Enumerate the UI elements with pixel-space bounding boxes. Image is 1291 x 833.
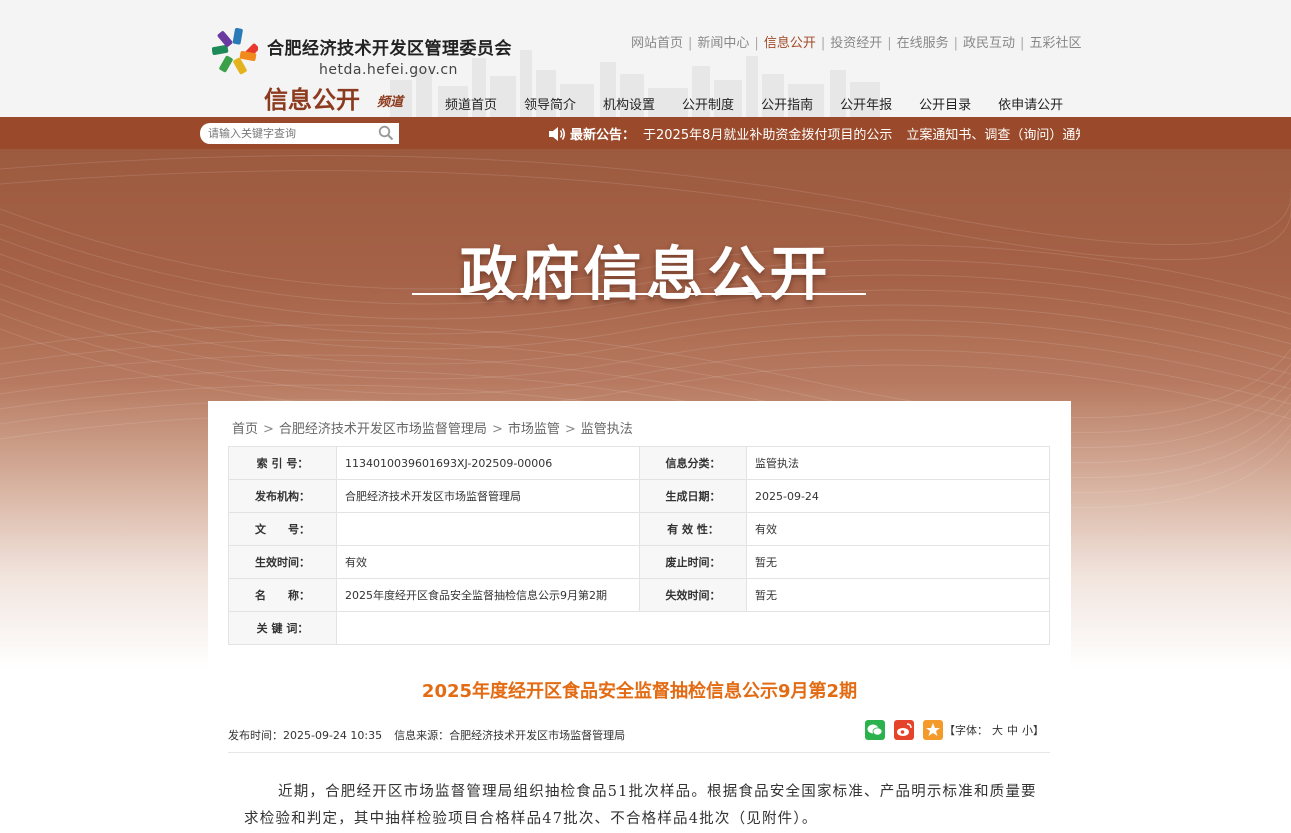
meta-value-date: 2025-09-24 bbox=[746, 479, 1050, 513]
meta-label: 有 效 性： bbox=[639, 512, 747, 546]
divider bbox=[228, 752, 1050, 753]
font-medium-button[interactable]: 中 bbox=[1007, 724, 1018, 737]
meta-value-publisher: 合肥经济技术开发区市场监督管理局 bbox=[336, 479, 640, 513]
table-row: 文 号： 有 效 性： 有效 bbox=[228, 512, 1050, 546]
metadata-table: 索 引 号： 1134010039601693XJ-202509-00006 信… bbox=[228, 446, 1050, 645]
meta-label: 生成日期： bbox=[639, 479, 747, 513]
source-label: 信息来源： bbox=[394, 729, 450, 742]
table-row: 索 引 号： 1134010039601693XJ-202509-00006 信… bbox=[228, 446, 1050, 480]
channel-title: 信息公开 bbox=[264, 85, 360, 114]
article-title: 2025年度经开区食品安全监督抽检信息公示9月第2期 bbox=[421, 681, 858, 702]
top-link-invest[interactable]: 投资经开 bbox=[830, 36, 882, 51]
top-link-news[interactable]: 新闻中心 bbox=[697, 36, 749, 51]
table-row: 名 称： 2025年度经开区食品安全监督抽检信息公示9月第2期 失效时间： 暂无 bbox=[228, 578, 1050, 612]
weibo-share-icon[interactable] bbox=[894, 720, 914, 740]
top-link-community[interactable]: 五彩社区 bbox=[1029, 36, 1081, 51]
nav-organization[interactable]: 机构设置 bbox=[603, 98, 655, 113]
nav-disclosure-guide[interactable]: 公开指南 bbox=[761, 98, 813, 113]
font-large-button[interactable]: 大 bbox=[992, 724, 1003, 737]
banner-underline bbox=[412, 293, 866, 295]
meta-value-index: 1134010039601693XJ-202509-00006 bbox=[336, 446, 640, 480]
publish-label: 发布时间： bbox=[228, 729, 283, 742]
breadcrumb-enforcement[interactable]: 监管执法 bbox=[581, 422, 633, 437]
hefei-logo-icon[interactable] bbox=[212, 28, 258, 76]
table-row: 发布机构： 合肥经济技术开发区市场监督管理局 生成日期： 2025-09-24 bbox=[228, 479, 1050, 513]
meta-label: 文 号： bbox=[228, 512, 337, 546]
nav-disclosure-catalog[interactable]: 公开目录 bbox=[919, 98, 971, 113]
top-links: 网站首页 | 新闻中心 | 信息公开 | 投资经开 | 在线服务 | 政民互动 | 五彩社区 bbox=[631, 36, 1082, 51]
nav-annual-report[interactable]: 公开年报 bbox=[840, 98, 892, 113]
notice-item[interactable]: 于2025年8月就业补助资金拨付项目的公示 bbox=[643, 128, 892, 143]
search-notice-bar: 最新公告： 于2025年8月就业补助资金拨付项目的公示立案通知书、调查（询问）通知 bbox=[0, 117, 1291, 149]
breadcrumb-home[interactable]: 首页 bbox=[232, 422, 258, 437]
speaker-icon bbox=[549, 127, 565, 141]
meta-value-keywords bbox=[336, 611, 1050, 645]
main-nav: 频道首页 领导简介 机构设置 公开制度 公开指南 公开年报 公开目录 依申请公开 bbox=[445, 94, 1090, 113]
search-icon[interactable] bbox=[378, 125, 394, 141]
notice-item[interactable]: 立案通知书、调查（询问）通知 bbox=[906, 128, 1080, 143]
top-link-info[interactable]: 信息公开 bbox=[764, 36, 816, 51]
nav-leaders[interactable]: 领导简介 bbox=[524, 98, 576, 113]
source-value: 合肥经济技术开发区市场监督管理局 bbox=[449, 729, 626, 742]
table-row: 关 键 词： bbox=[228, 611, 1050, 645]
meta-label: 关 键 词： bbox=[228, 611, 337, 645]
meta-value-name: 2025年度经开区食品安全监督抽检信息公示9月第2期 bbox=[336, 578, 640, 612]
table-row: 生效时间： 有效 废止时间： 暂无 bbox=[228, 545, 1050, 579]
publish-time: 2025-09-24 10:35 bbox=[283, 729, 383, 742]
meta-value-docno bbox=[336, 512, 640, 546]
breadcrumb-market[interactable]: 市场监管 bbox=[508, 422, 560, 437]
search-input[interactable] bbox=[208, 125, 373, 142]
content-card: 首页 > 合肥经济技术开发区市场监督管理局 > 市场监管 > 监管执法 索 引 号： 113… bbox=[208, 401, 1071, 833]
font-small-button[interactable]: 小】 bbox=[1022, 724, 1044, 737]
meta-label: 信息分类： bbox=[639, 446, 747, 480]
banner-title: 政府信息公开 bbox=[459, 240, 832, 308]
meta-label: 名 称： bbox=[228, 578, 337, 612]
meta-label: 发布机构： bbox=[228, 479, 337, 513]
meta-label: 废止时间： bbox=[639, 545, 747, 579]
nav-disclosure-rules[interactable]: 公开制度 bbox=[682, 98, 734, 113]
meta-label: 失效时间： bbox=[639, 578, 747, 612]
breadcrumb: 首页 > 合肥经济技术开发区市场监督管理局 > 市场监管 > 监管执法 bbox=[232, 422, 633, 437]
notice-ticker: 最新公告： 于2025年8月就业补助资金拨付项目的公示 立案通知书、调查（询问）通知 bbox=[548, 124, 1080, 144]
meta-value-effective: 有效 bbox=[336, 545, 640, 579]
share-toolbar: 【字体： 大中小】 bbox=[865, 720, 1044, 740]
favorite-star-icon[interactable] bbox=[923, 720, 943, 740]
wechat-share-icon[interactable] bbox=[865, 720, 885, 740]
site-header: 合肥经济技术开发区管理委员会 hetda.hefei.gov.cn 信息公开 频… bbox=[0, 0, 1291, 117]
meta-label: 生效时间： bbox=[228, 545, 337, 579]
nav-apply-disclosure[interactable]: 依申请公开 bbox=[998, 98, 1063, 113]
site-domain: hetda.hefei.gov.cn bbox=[319, 62, 458, 78]
meta-label: 索 引 号： bbox=[228, 446, 337, 480]
channel-subtitle: 频道 bbox=[377, 95, 404, 110]
meta-value-category: 监管执法 bbox=[746, 446, 1050, 480]
search-box bbox=[200, 123, 399, 144]
font-size-control: 【字体： 大中小】 bbox=[944, 722, 1044, 738]
meta-value-abolish: 暂无 bbox=[746, 545, 1050, 579]
font-size-label: 【字体： bbox=[944, 724, 988, 737]
notice-label: 最新公告： bbox=[570, 128, 636, 143]
breadcrumb-bureau[interactable]: 合肥经济技术开发区市场监督管理局 bbox=[279, 422, 487, 437]
org-name[interactable]: 合肥经济技术开发区管理委员会 bbox=[267, 34, 512, 59]
nav-channel-home[interactable]: 频道首页 bbox=[445, 98, 497, 113]
meta-value-validity: 有效 bbox=[746, 512, 1050, 546]
article-info: 发布时间：2025-09-24 10:35 信息来源：合肥经济技术开发区市场监督管… bbox=[228, 727, 625, 743]
top-link-service[interactable]: 在线服务 bbox=[897, 36, 949, 51]
meta-value-expire: 暂无 bbox=[746, 578, 1050, 612]
top-link-home[interactable]: 网站首页 bbox=[631, 36, 683, 51]
top-link-interaction[interactable]: 政民互动 bbox=[963, 36, 1015, 51]
article-body: 近期，合肥经开区市场监督管理局组织抽检食品51批次样品。根据食品安全国家标准、产… bbox=[244, 784, 1037, 827]
